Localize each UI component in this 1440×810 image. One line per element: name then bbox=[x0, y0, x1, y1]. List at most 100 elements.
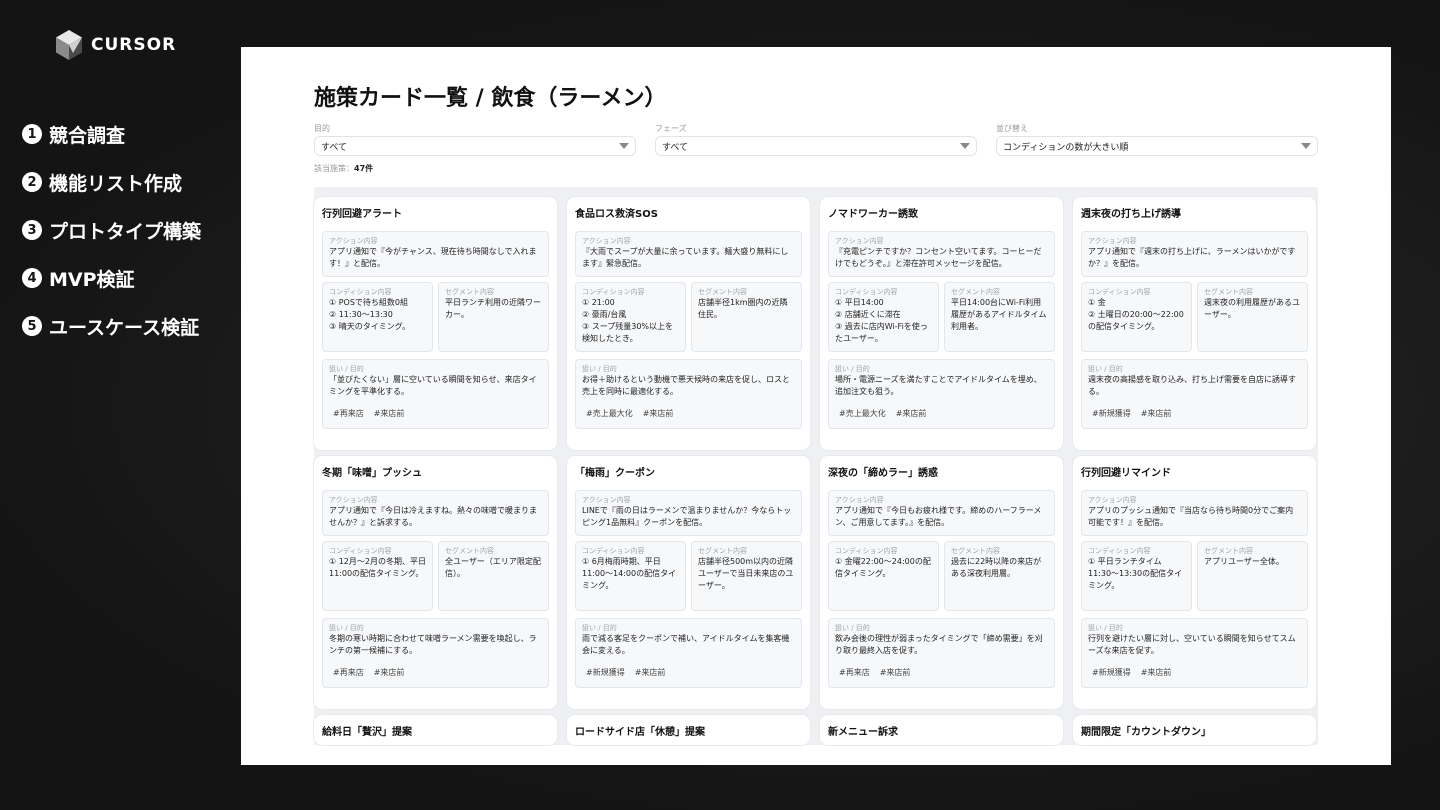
step-label: 競合調査 bbox=[49, 124, 126, 147]
segment-box: セグメント内容店舗半径1km圏内の近隣住民。 bbox=[691, 282, 802, 352]
condition-text: ① 平日ランチタイム11:30〜13:30の配信タイミング。 bbox=[1088, 557, 1183, 590]
filter-select[interactable]: コンディションの数が大きい順 bbox=[996, 136, 1318, 156]
aim-box: 狙い / 目的 雨で減る客足をクーポンで補い、アイドルタイムを集客機会に変える。 … bbox=[575, 618, 802, 688]
step-item: 1 競合調査 bbox=[22, 110, 201, 158]
policy-card[interactable]: 給料日「贅沢」提案 bbox=[314, 715, 557, 745]
segment-text: 平日14:00台にWi-Fi利用履歴があるアイドルタイム利用者。 bbox=[951, 298, 1047, 331]
action-box: アクション内容 アプリのプッシュ通知で『当店なら待ち時間0分でご案内可能です！』を… bbox=[1081, 490, 1308, 536]
policy-card[interactable]: 行列回避リマインド アクション内容 アプリのプッシュ通知で『当店なら待ち時間0分で… bbox=[1073, 456, 1316, 709]
tag[interactable]: #再来店 bbox=[839, 667, 870, 678]
segment-text: アプリユーザー全体。 bbox=[1204, 557, 1284, 566]
condition-box: コンディション内容 ① 平日ランチタイム11:30〜13:30の配信タイミング。 bbox=[1081, 541, 1192, 611]
result-count-value: 47件 bbox=[354, 164, 374, 173]
aim-text: 飲み会後の理性が弱まったタイミングで「締め需要」を刈り取り最終入店を促す。 bbox=[835, 634, 1043, 655]
tag-list: #再来店 #来店前 bbox=[329, 408, 542, 419]
result-count-label: 該当施策： bbox=[314, 164, 354, 173]
tag[interactable]: #売上最大化 bbox=[586, 408, 633, 419]
tag[interactable]: #新規獲得 bbox=[1092, 667, 1131, 678]
tag-list: #売上最大化 #来店前 bbox=[835, 408, 1048, 419]
segment-text: 平日ランチ利用の近隣ワーカー。 bbox=[445, 298, 541, 319]
aim-label: 狙い / 目的 bbox=[1088, 624, 1123, 632]
tag[interactable]: #来店前 bbox=[374, 667, 405, 678]
policy-card[interactable]: 冬期「味噌」プッシュ アクション内容 アプリ通知で『今日は冷えますね。熱々の味噌で… bbox=[314, 456, 557, 709]
policy-card[interactable]: 新メニュー訴求 bbox=[820, 715, 1063, 745]
tag[interactable]: #新規獲得 bbox=[586, 667, 625, 678]
aim-text: 雨で減る客足をクーポンで補い、アイドルタイムを集客機会に変える。 bbox=[582, 634, 790, 655]
tag[interactable]: #来店前 bbox=[896, 408, 927, 419]
card-title: 行列回避アラート bbox=[322, 209, 402, 220]
aim-text: 「並びたくない」層に空いている瞬間を知らせ、来店タイミングを平準化する。 bbox=[329, 375, 537, 396]
condition-label: コンディション内容 bbox=[329, 547, 392, 555]
segment-label: セグメント内容 bbox=[698, 288, 747, 296]
step-number-badge: 1 bbox=[22, 124, 42, 144]
filter-label: フェーズ bbox=[655, 124, 687, 133]
condition-label: コンディション内容 bbox=[582, 288, 645, 296]
action-text: アプリ通知で『週末の打ち上げに、ラーメンはいかがですか？』を配信。 bbox=[1088, 247, 1296, 268]
policy-card[interactable]: 週末夜の打ち上げ誘導 アクション内容 アプリ通知で『週末の打ち上げに、ラーメンはい… bbox=[1073, 197, 1316, 450]
tag[interactable]: #来店前 bbox=[374, 408, 405, 419]
aim-label: 狙い / 目的 bbox=[835, 624, 870, 632]
tag[interactable]: #再来店 bbox=[333, 667, 364, 678]
filter-label: 目的 bbox=[314, 124, 330, 133]
tag[interactable]: #来店前 bbox=[1141, 667, 1172, 678]
policy-card[interactable]: 行列回避アラート アクション内容 アプリ通知で『今がチャンス、現在待ち時間なしで入… bbox=[314, 197, 557, 450]
policy-card[interactable]: 期間限定「カウントダウン」 bbox=[1073, 715, 1316, 745]
tag[interactable]: #再来店 bbox=[333, 408, 364, 419]
aim-label: 狙い / 目的 bbox=[582, 365, 617, 373]
action-box: アクション内容 アプリ通知で『今がチャンス、現在待ち時間なしで入れます！』と配信。 bbox=[322, 231, 549, 277]
card-title: 行列回避リマインド bbox=[1081, 468, 1171, 479]
aim-box: 狙い / 目的 冬期の寒い時期に合わせて味噌ラーメン需要を喚起し、ランチの第一候補… bbox=[322, 618, 549, 688]
aim-box: 狙い / 目的 行列を避けたい層に対し、空いている瞬間を知らせてスムーズな来店を促… bbox=[1081, 618, 1308, 688]
segment-text: 店舗半径1km圏内の近隣住民。 bbox=[698, 298, 788, 319]
policy-card[interactable]: ロードサイド店「休憩」提案 bbox=[567, 715, 810, 745]
card-title: 週末夜の打ち上げ誘導 bbox=[1081, 209, 1181, 220]
card-grid-area: 行列回避アラート アクション内容 アプリ通知で『今がチャンス、現在待ち時間なしで入… bbox=[314, 187, 1318, 745]
tag[interactable]: #来店前 bbox=[880, 667, 911, 678]
condition-label: コンディション内容 bbox=[329, 288, 392, 296]
filter-select[interactable]: すべて bbox=[314, 136, 636, 156]
condition-label: コンディション内容 bbox=[835, 547, 898, 555]
segment-label: セグメント内容 bbox=[445, 547, 494, 555]
condition-text: ① 6月梅雨時期、平日11:00〜14:00の配信タイミング。 bbox=[582, 557, 677, 590]
card-title: 食品ロス救済SOS bbox=[575, 209, 658, 220]
action-label: アクション内容 bbox=[329, 496, 378, 504]
step-item: 3 プロトタイプ構築 bbox=[22, 206, 201, 254]
condition-text: ① 金 ② 土曜日の20:00〜22:00の配信タイミング。 bbox=[1088, 298, 1184, 331]
aim-text: お得＋助けるという動機で悪天候時の来店を促し、ロスと売上を同時に最適化する。 bbox=[582, 375, 790, 396]
app-content: 施策カード一覧 / 飲食（ラーメン） 目的 すべて フェーズ すべて 並び替え コン… bbox=[314, 84, 1318, 745]
step-item: 5 ユースケース検証 bbox=[22, 302, 201, 350]
tag[interactable]: #来店前 bbox=[1141, 408, 1172, 419]
tag[interactable]: #来店前 bbox=[643, 408, 674, 419]
policy-card[interactable]: 深夜の「締めラー」誘惑 アクション内容 アプリ通知で『今日もお疲れ様です。締めのハ… bbox=[820, 456, 1063, 709]
tag[interactable]: #来店前 bbox=[635, 667, 666, 678]
condition-box: コンディション内容 ① 金曜22:00〜24:00の配信タイミング。 bbox=[828, 541, 939, 611]
condition-label: コンディション内容 bbox=[835, 288, 898, 296]
tag[interactable]: #売上最大化 bbox=[839, 408, 886, 419]
policy-card[interactable]: 食品ロス救済SOS アクション内容 『大雨でスープが大量に余っています。麺大盛り無… bbox=[567, 197, 810, 450]
condition-label: コンディション内容 bbox=[582, 547, 645, 555]
segment-box: セグメント内容 週末夜の利用履歴があるユーザー。 bbox=[1197, 282, 1308, 352]
filter-group: 目的 すべて bbox=[314, 123, 636, 156]
condition-text: ① 21:00 ② 豪雨/台風 ③ スープ残量30%以上を検知したとき。 bbox=[582, 298, 674, 343]
condition-box: コンディション内容 ① 12月〜2月の冬期、平日11:00の配信タイミング。 bbox=[322, 541, 433, 611]
condition-label: コンディション内容 bbox=[1088, 288, 1151, 296]
cursor-cube-icon bbox=[56, 30, 82, 60]
policy-card[interactable]: ノマドワーカー誘致 アクション内容 『充電ピンチですか？コンセント空いてます。コー… bbox=[820, 197, 1063, 450]
segment-box: セグメント内容 全ユーザー（エリア限定配信）。 bbox=[438, 541, 549, 611]
brand-logo: CURSOR bbox=[55, 29, 176, 61]
step-label: ユースケース検証 bbox=[49, 316, 200, 339]
card-title: 新メニュー訴求 bbox=[828, 727, 898, 738]
aim-box: 狙い / 目的 「並びたくない」層に空いている瞬間を知らせ、来店タイミングを平準化… bbox=[322, 359, 549, 429]
action-box: アクション内容 『大雨でスープが大量に余っています。麺大盛り無料にします』緊急配信… bbox=[575, 231, 802, 277]
aim-label: 狙い / 目的 bbox=[835, 365, 870, 373]
card-title: 給料日「贅沢」提案 bbox=[322, 727, 412, 738]
policy-card[interactable]: 「梅雨」クーポン アクション内容 LINEで『雨の日はラーメンで温まりませんか？今… bbox=[567, 456, 810, 709]
tag[interactable]: #新規獲得 bbox=[1092, 408, 1131, 419]
filter-select[interactable]: すべて bbox=[655, 136, 977, 156]
step-number-badge: 4 bbox=[22, 268, 42, 288]
aim-text: 場所・電源ニーズを満たすことでアイドルタイムを埋め、追加注文も狙う。 bbox=[835, 375, 1042, 396]
chevron-down-icon bbox=[619, 143, 629, 149]
aim-text: 週末夜の高揚感を取り込み、打ち上げ需要を自店に誘導する。 bbox=[1088, 375, 1296, 396]
page-title: 施策カード一覧 / 飲食（ラーメン） bbox=[314, 86, 667, 111]
chevron-down-icon bbox=[960, 143, 970, 149]
